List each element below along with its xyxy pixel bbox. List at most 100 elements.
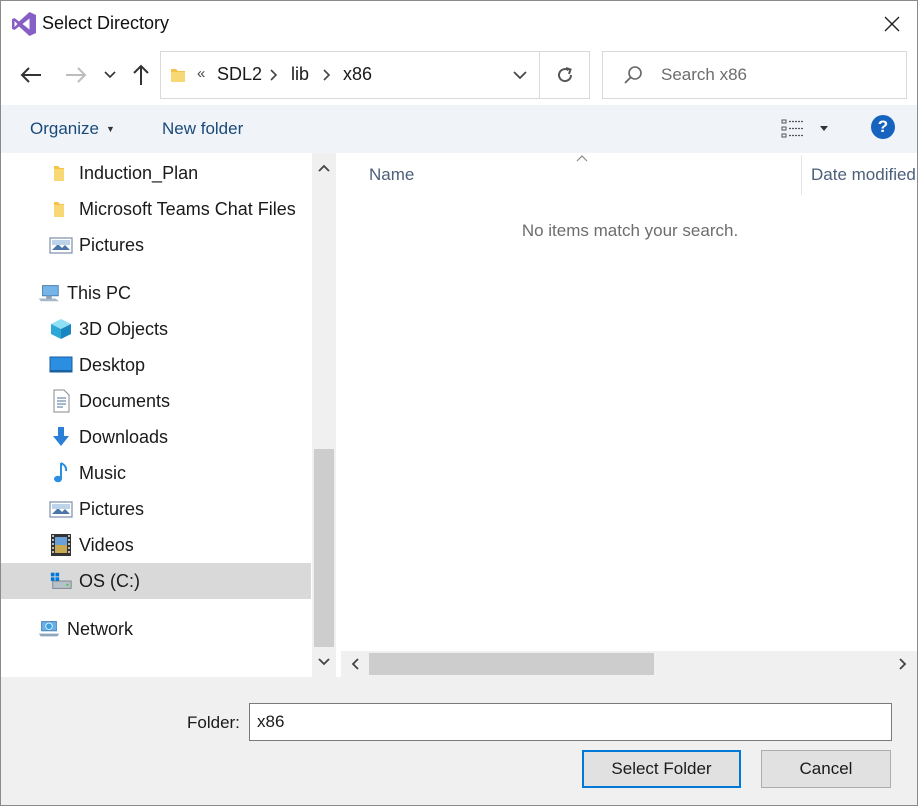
file-list[interactable]: Name Date modified No items match your s… [341,153,917,651]
nav-item-label: Pictures [79,234,145,255]
scroll-thumb[interactable] [314,449,334,647]
navigation-scrollbar[interactable] [312,153,336,677]
title-bar: Select Directory [1,1,917,47]
refresh-button[interactable] [540,52,590,98]
nav-item-desktop[interactable]: Desktop [1,347,311,383]
select-folder-button[interactable]: Select Folder [582,750,741,788]
column-header-date-modified[interactable]: Date modified [811,165,916,185]
empty-results-message: No items match your search. [521,221,739,240]
chevron-up-icon [318,164,330,172]
nav-item-induction-plan[interactable]: Induction_Plan [1,155,311,191]
3d-objects-icon [49,317,73,341]
dialog-footer: Folder: Select Folder Cancel [1,677,917,805]
help-button[interactable]: ? [871,115,895,139]
column-divider[interactable] [801,155,802,195]
search-input[interactable] [661,62,891,88]
forward-button[interactable] [61,59,91,91]
downloads-icon [49,425,73,449]
search-icon [624,66,642,84]
nav-item-label: Downloads [79,426,169,447]
nav-item-teams-chat-files[interactable]: Microsoft Teams Chat Files [1,191,311,227]
music-icon [49,461,73,485]
change-view-button[interactable] [781,116,831,142]
visual-studio-icon [12,12,36,36]
address-bar[interactable]: « SDL2 lib x86 [160,51,590,99]
nav-item-pictures-onedrive[interactable]: Pictures [1,227,311,263]
scroll-left-button[interactable] [341,651,369,677]
arrow-up-icon [133,64,149,85]
nav-item-label: OS (C:) [79,570,140,591]
nav-item-label: Network [67,618,134,639]
breadcrumb-x86[interactable]: x86 [343,64,372,85]
folder-icon [49,161,73,185]
breadcrumb-overflow[interactable]: « [197,65,205,82]
details-view-icon [781,119,803,138]
nav-item-documents[interactable]: Documents [1,383,311,419]
scroll-up-button[interactable] [312,153,336,183]
close-button[interactable] [867,1,917,47]
address-history-dropdown[interactable] [501,52,539,98]
nav-item-pictures[interactable]: Pictures [1,491,311,527]
search-box[interactable] [602,51,907,99]
nav-item-label: Microsoft Teams Chat Files [79,198,296,219]
new-folder-button[interactable]: New folder [162,119,243,139]
pictures-icon [49,233,73,257]
nav-item-label: Induction_Plan [79,162,199,183]
chevron-down-icon [104,71,116,79]
nav-item-label: Documents [79,390,171,411]
documents-icon [49,389,73,413]
column-header-name[interactable]: Name [369,165,414,185]
nav-item-3d-objects[interactable]: 3D Objects [1,311,311,347]
caret-down-icon [820,126,828,131]
navigation-pane: Induction_Plan Microsoft Teams Chat File… [1,153,311,677]
chevron-down-icon [513,70,527,79]
drive-icon [49,569,73,593]
scroll-down-button[interactable] [312,647,336,677]
nav-item-label: Videos [79,534,134,555]
cancel-button[interactable]: Cancel [761,750,891,788]
up-button[interactable] [126,59,156,91]
command-toolbar: Organize ▼ New folder [1,105,917,153]
arrow-right-icon [66,67,87,83]
recent-locations-button[interactable] [97,59,123,91]
nav-item-videos[interactable]: Videos [1,527,311,563]
breadcrumb-lib[interactable]: lib [291,64,309,85]
back-button[interactable] [16,59,46,91]
nav-item-downloads[interactable]: Downloads [1,419,311,455]
network-icon [37,617,61,641]
nav-item-music[interactable]: Music [1,455,311,491]
sort-ascending-icon [576,155,588,162]
folder-input[interactable] [249,703,892,741]
desktop-icon [49,353,73,377]
folder-label: Folder: [187,713,240,732]
chevron-down-icon [318,658,330,666]
file-list-scrollbar[interactable] [341,651,917,677]
scroll-right-button[interactable] [889,651,917,677]
chevron-right-icon [899,658,907,670]
caret-down-icon: ▼ [105,124,115,134]
breadcrumb-sdl2[interactable]: SDL2 [217,64,262,85]
nav-item-network[interactable]: Network [1,611,311,647]
nav-item-label: 3D Objects [79,318,169,339]
nav-item-label: Pictures [79,498,145,519]
nav-item-this-pc[interactable]: This PC [1,275,311,311]
organize-button[interactable]: Organize ▼ [30,119,115,139]
organize-label: Organize [30,119,99,138]
nav-item-label: Desktop [79,354,146,375]
videos-icon [49,533,73,557]
close-icon [884,16,900,32]
arrow-left-icon [20,67,41,83]
nav-item-os-c[interactable]: OS (C:) [1,563,311,599]
folder-icon [49,197,73,221]
chevron-right-icon[interactable] [323,69,331,81]
nav-item-label: This PC [67,282,132,303]
refresh-icon [558,67,573,83]
computer-icon [37,281,61,305]
chevron-left-icon [351,658,359,670]
select-directory-dialog: Select Directory « SDL2 lib x86 Search x… [0,0,918,806]
folder-icon [171,69,185,82]
scroll-thumb[interactable] [369,653,654,675]
chevron-right-icon[interactable] [270,69,278,81]
nav-item-label: Music [79,462,127,483]
window-title: Select Directory [42,13,170,33]
